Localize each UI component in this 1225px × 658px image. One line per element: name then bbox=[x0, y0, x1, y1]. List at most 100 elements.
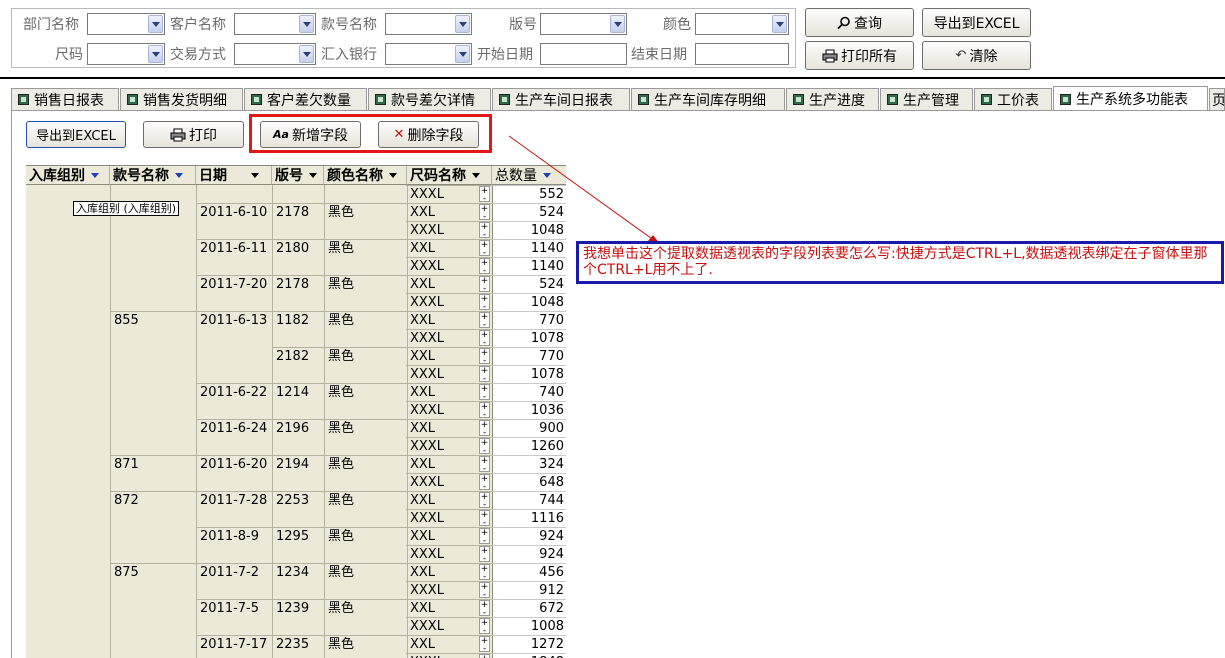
export-excel-button-2[interactable]: 导出到EXCEL bbox=[26, 121, 126, 148]
expand-collapse-icon[interactable]: +- bbox=[479, 222, 490, 240]
print-all-button[interactable]: 打印所有 bbox=[805, 41, 914, 70]
tab-sales-shipping[interactable]: 销售发货明细 bbox=[120, 88, 243, 110]
dropdown-arrow-icon[interactable] bbox=[389, 172, 397, 178]
dropdown-arrow-icon[interactable] bbox=[472, 172, 480, 178]
bank-combo[interactable] bbox=[385, 43, 472, 65]
export-excel-button[interactable]: 导出到EXCEL bbox=[922, 8, 1031, 37]
style-combo[interactable] bbox=[385, 13, 472, 35]
expand-collapse-icon[interactable]: +- bbox=[479, 420, 490, 438]
dept-label: 部门名称 bbox=[23, 17, 79, 33]
size-label: 尺码 bbox=[55, 47, 83, 63]
pivot-cell-date: 2011-7-2 bbox=[200, 565, 260, 580]
tab-style-owed[interactable]: 款号差欠详情 bbox=[368, 88, 491, 110]
pivot-cell-size: XXXL bbox=[410, 439, 444, 454]
dropdown-arrow-icon[interactable] bbox=[148, 15, 163, 33]
expand-collapse-icon[interactable]: +- bbox=[479, 636, 490, 654]
pivot-cell-color: 黑色 bbox=[328, 241, 355, 256]
pattern-combo[interactable] bbox=[540, 13, 627, 35]
trade-combo[interactable] bbox=[234, 43, 316, 65]
pivot-table[interactable]: 入库组别 款号名称 日期 版号 颜色名称 尺码名称 总数量 XXXL + -552 2… bbox=[26, 165, 566, 658]
expand-collapse-icon[interactable]: +- bbox=[479, 600, 490, 618]
tab-label: 销售发货明细 bbox=[143, 92, 227, 109]
query-button[interactable]: 查询 bbox=[805, 8, 914, 37]
dropdown-arrow-icon[interactable] bbox=[455, 45, 470, 63]
tab-label: 销售日报表 bbox=[34, 92, 104, 109]
tab-workshop-daily[interactable]: 生产车间日报表 bbox=[492, 88, 630, 110]
tab-page-overflow[interactable]: 页 bbox=[1209, 88, 1225, 110]
tab-customer-owed[interactable]: 客户差欠数量 bbox=[244, 88, 367, 110]
expand-collapse-icon[interactable]: +- bbox=[479, 186, 490, 204]
expand-collapse-icon[interactable]: +- bbox=[479, 456, 490, 474]
dropdown-arrow-icon[interactable] bbox=[299, 45, 314, 63]
dropdown-arrow-icon[interactable] bbox=[91, 172, 99, 178]
expand-collapse-icon[interactable]: +- bbox=[479, 258, 490, 276]
start-date-input[interactable] bbox=[540, 43, 627, 65]
end-date-input[interactable] bbox=[695, 43, 789, 65]
expand-collapse-icon[interactable]: +- bbox=[479, 618, 490, 636]
pivot-header-total[interactable]: 总数量 bbox=[492, 166, 566, 185]
expand-collapse-icon[interactable]: +- bbox=[479, 240, 490, 258]
header-text: 日期 bbox=[199, 168, 227, 184]
dropdown-arrow-icon[interactable] bbox=[299, 15, 314, 33]
divider bbox=[0, 77, 1225, 79]
tab-form-icon bbox=[127, 94, 138, 105]
customer-combo[interactable] bbox=[234, 13, 316, 35]
pivot-cell-qty: 1078 bbox=[530, 331, 564, 346]
expand-collapse-icon[interactable]: +- bbox=[479, 582, 490, 600]
tab-sales-daily[interactable]: 销售日报表 bbox=[11, 88, 119, 110]
pivot-cell-pattern: 2182 bbox=[276, 349, 310, 364]
pivot-header-pattern[interactable]: 版号 bbox=[272, 166, 324, 185]
expand-collapse-icon[interactable]: +- bbox=[479, 384, 490, 402]
color-combo[interactable] bbox=[695, 13, 789, 35]
expand-collapse-icon[interactable]: +- bbox=[479, 366, 490, 384]
tab-workshop-stock[interactable]: 生产车间库存明细 bbox=[631, 88, 785, 110]
tab-label: 生产进度 bbox=[809, 92, 865, 109]
tab-multi-function[interactable]: 生产系统多功能表 bbox=[1053, 86, 1208, 111]
dropdown-arrow-icon[interactable] bbox=[175, 172, 183, 178]
dropdown-arrow-icon[interactable] bbox=[772, 15, 787, 33]
pivot-cell-qty: 1272 bbox=[530, 637, 564, 652]
pivot-cell-qty: 912 bbox=[539, 583, 564, 598]
dept-combo[interactable] bbox=[87, 13, 165, 35]
expand-collapse-icon[interactable]: +- bbox=[479, 654, 490, 658]
pivot-cell-date: 2011-7-17 bbox=[200, 637, 268, 652]
pivot-cell-size: XXXL bbox=[410, 619, 444, 634]
clear-button[interactable]: ↶ 清除 bbox=[922, 41, 1031, 70]
pivot-cell-size: XXXL bbox=[410, 223, 444, 238]
expand-collapse-icon[interactable]: +- bbox=[479, 510, 490, 528]
size-combo[interactable] bbox=[87, 43, 165, 65]
expand-collapse-icon[interactable]: +- bbox=[479, 492, 490, 510]
pivot-cell-qty: 324 bbox=[539, 457, 564, 472]
pivot-cell-qty: 924 bbox=[539, 547, 564, 562]
dropdown-arrow-icon[interactable] bbox=[543, 172, 551, 178]
expand-collapse-icon[interactable]: +- bbox=[479, 474, 490, 492]
dropdown-arrow-icon[interactable] bbox=[251, 172, 259, 178]
tab-progress[interactable]: 生产进度 bbox=[786, 88, 879, 110]
expand-collapse-icon[interactable]: +- bbox=[479, 348, 490, 366]
dropdown-arrow-icon[interactable] bbox=[455, 15, 470, 33]
pivot-cell-size: XXXL bbox=[408, 654, 478, 658]
pivot-cell-date: 2011-7-5 bbox=[200, 601, 260, 616]
expand-collapse-icon[interactable]: +- bbox=[479, 546, 490, 564]
expand-collapse-icon[interactable]: +- bbox=[479, 564, 490, 582]
pivot-header-date[interactable]: 日期 bbox=[196, 166, 272, 185]
expand-collapse-icon[interactable]: +- bbox=[479, 438, 490, 456]
expand-collapse-icon[interactable]: +- bbox=[479, 204, 490, 222]
expand-collapse-icon[interactable]: +- bbox=[479, 276, 490, 294]
dropdown-arrow-icon[interactable] bbox=[148, 45, 163, 63]
expand-collapse-icon[interactable]: +- bbox=[479, 294, 490, 312]
expand-collapse-icon[interactable]: +- bbox=[479, 330, 490, 348]
dropdown-arrow-icon[interactable] bbox=[610, 15, 625, 33]
pivot-header-color[interactable]: 颜色名称 bbox=[324, 166, 407, 185]
pivot-header-size[interactable]: 尺码名称 bbox=[407, 166, 492, 185]
tab-production-mgmt[interactable]: 生产管理 bbox=[880, 88, 973, 110]
pivot-header-group[interactable]: 入库组别 bbox=[26, 166, 110, 185]
dropdown-arrow-icon[interactable] bbox=[309, 172, 317, 178]
pivot-cell-color: 黑色 bbox=[328, 529, 355, 544]
expand-collapse-icon[interactable]: +- bbox=[479, 312, 490, 330]
tab-wage-table[interactable]: 工价表 bbox=[974, 88, 1052, 110]
pivot-header-style[interactable]: 款号名称 bbox=[110, 166, 196, 185]
expand-collapse-icon[interactable]: +- bbox=[479, 402, 490, 420]
expand-collapse-icon[interactable]: +- bbox=[479, 528, 490, 546]
print-button[interactable]: 打印 bbox=[143, 121, 244, 148]
